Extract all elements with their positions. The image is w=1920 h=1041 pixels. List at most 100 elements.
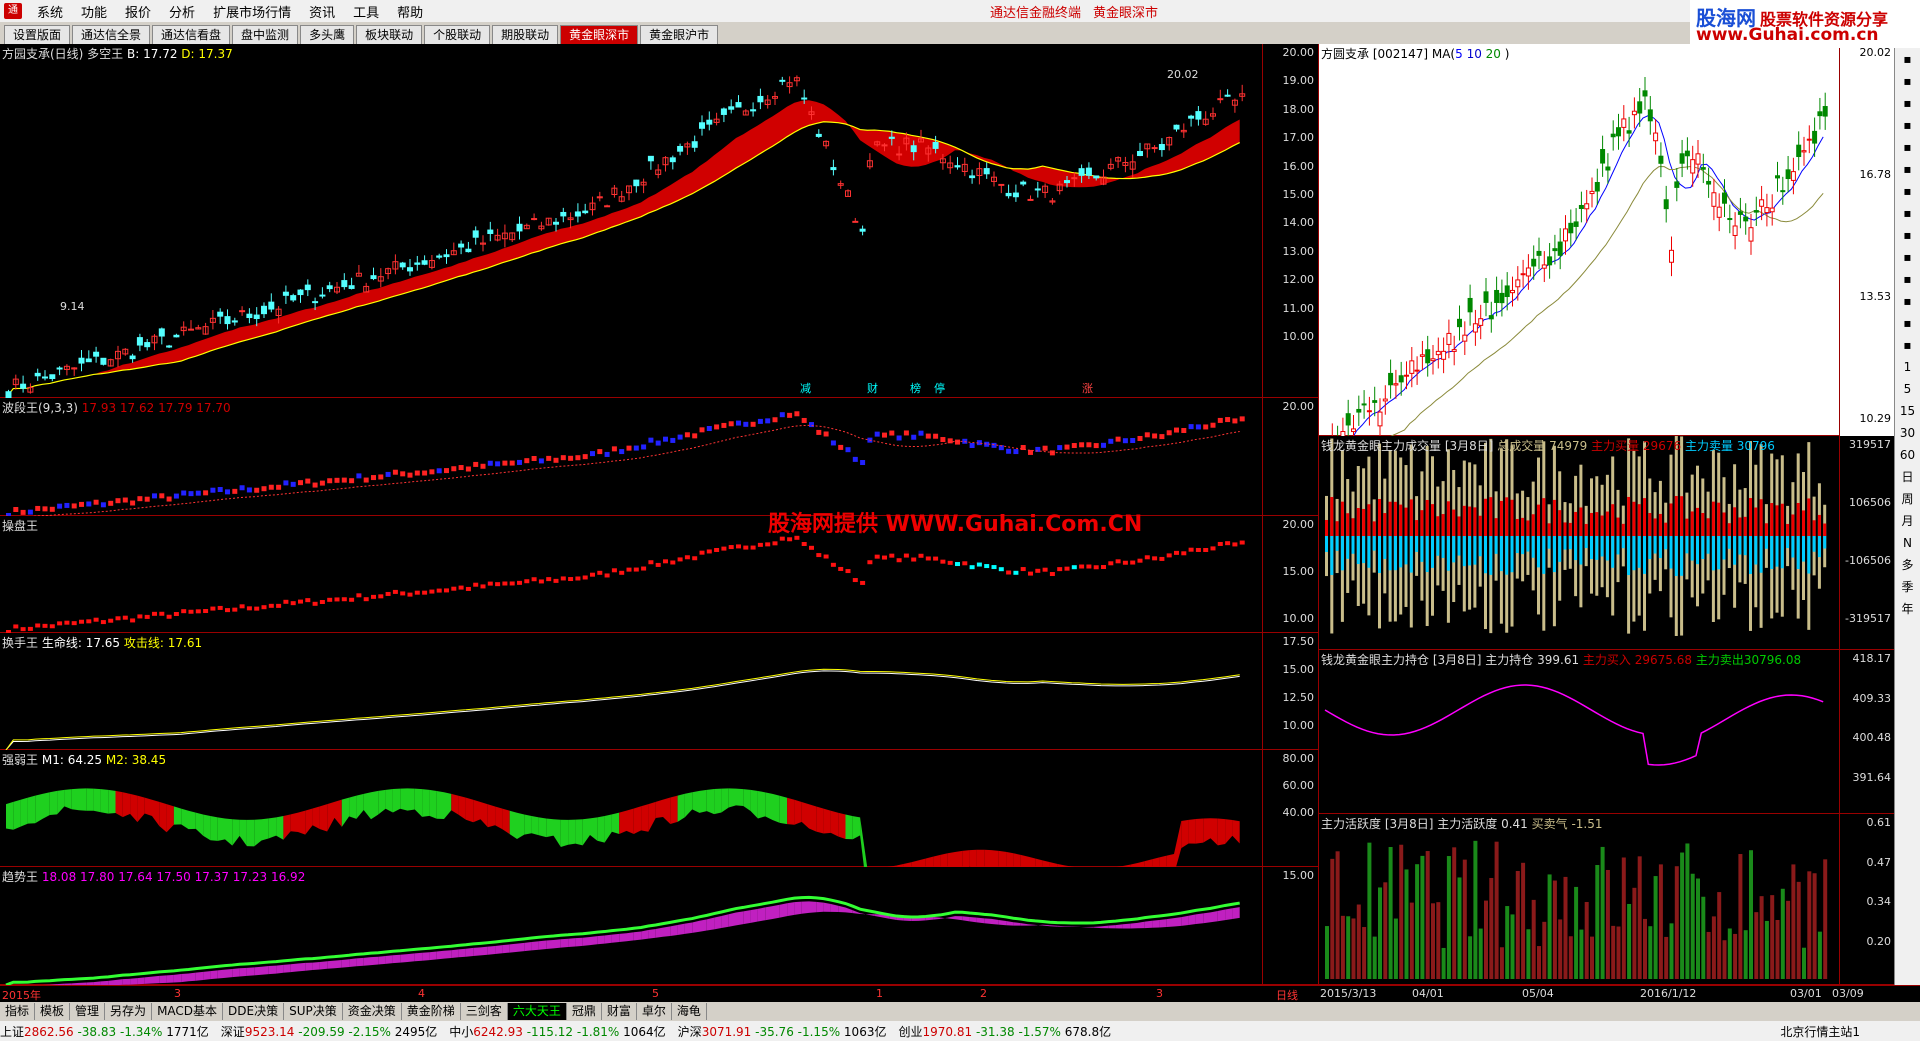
- main-position-panel[interactable]: 钱龙黄金眼主力持仓 [3月8日] 主力持仓 399.61 主力买入 29675.…: [1318, 650, 1894, 814]
- toolbar-icon[interactable]: ▪: [1895, 290, 1920, 312]
- indicator-bar: [991, 442, 997, 448]
- menu-ext-market[interactable]: 扩展市场行情: [204, 2, 300, 21]
- activity-bar: [1823, 859, 1828, 979]
- candle-body: [516, 223, 523, 232]
- toolbar-icon[interactable]: ▪: [1895, 224, 1920, 246]
- toolbar-icon[interactable]: ▪: [1895, 180, 1920, 202]
- period-8[interactable]: N: [1895, 532, 1920, 554]
- menu-function[interactable]: 功能: [72, 2, 116, 21]
- toolbar-icon[interactable]: ▪: [1895, 114, 1920, 136]
- period-0[interactable]: 1: [1895, 356, 1920, 378]
- trend-panel[interactable]: 趋势王 18.08 17.80 17.64 17.50 17.37 17.23 …: [0, 867, 1318, 985]
- tab-sector-link[interactable]: 板块联动: [356, 25, 423, 44]
- period-9[interactable]: 多: [1895, 554, 1920, 576]
- sell-volume-bar: [1770, 536, 1774, 569]
- operate-bar: [64, 620, 70, 625]
- menu-tools[interactable]: 工具: [344, 2, 388, 21]
- kline-panel[interactable]: 方园支承(日线) 多空王 B: 17.72 D: 17.37 20.02 9.14…: [0, 44, 1318, 398]
- menu-system[interactable]: 系统: [28, 2, 72, 21]
- period-4[interactable]: 60: [1895, 444, 1920, 466]
- tab-tdx-watch[interactable]: 通达信看盘: [152, 25, 231, 44]
- period-1[interactable]: 5: [1895, 378, 1920, 400]
- turnover-panel[interactable]: 换手王 生命线: 17.65 攻击线: 17.61 17.50 15.00 12.5…: [0, 633, 1318, 750]
- indicator-bar: [1115, 436, 1121, 442]
- tab-monitor[interactable]: 盘中监测: [232, 25, 299, 44]
- indicator-tab[interactable]: SUP决策: [284, 1003, 343, 1020]
- ma20-line: [1390, 165, 1824, 436]
- tab-stock-link[interactable]: 个股联动: [424, 25, 491, 44]
- indicator-tab[interactable]: 冠鼎: [567, 1003, 602, 1020]
- period-3[interactable]: 30: [1895, 422, 1920, 444]
- tab-settings[interactable]: 设置版面: [4, 25, 71, 44]
- indicator-tab[interactable]: 另存为: [105, 1003, 153, 1020]
- toolbar-icon[interactable]: ▪: [1895, 312, 1920, 334]
- toolbar-icon[interactable]: ▪: [1895, 246, 1920, 268]
- strength-fill: [794, 799, 802, 825]
- indicator-tab[interactable]: 六大天王: [507, 1003, 567, 1020]
- toolbar-icon[interactable]: ▪: [1895, 70, 1920, 92]
- trend-fill: [641, 930, 649, 940]
- tab-tdx-overview[interactable]: 通达信全景: [72, 25, 151, 44]
- strength-fill: [721, 788, 729, 813]
- tab-futures-link[interactable]: 期股联动: [492, 25, 559, 44]
- period-2[interactable]: 15: [1895, 400, 1920, 422]
- toolbar-icon[interactable]: ▪: [1895, 334, 1920, 356]
- indicator-tab[interactable]: 财富: [602, 1003, 637, 1020]
- activity-bar: [1743, 930, 1748, 979]
- toolbar-icon[interactable]: ▪: [1895, 92, 1920, 114]
- indicator-tab[interactable]: DDE决策: [223, 1003, 285, 1020]
- buy-volume-bar: [1325, 519, 1328, 536]
- indicator-bar: [677, 434, 683, 440]
- toolbar-icon[interactable]: ▪: [1895, 136, 1920, 158]
- activity-bar: [1521, 862, 1526, 979]
- menu-quote[interactable]: 报价: [116, 2, 160, 21]
- mini-kline-panel[interactable]: 方圆支承 [002147] MA(5 10 20 ) 20.02 16.78 13.…: [1318, 44, 1895, 436]
- operate-bar: [882, 555, 887, 560]
- candle-body: [173, 334, 180, 338]
- operate-bar: [597, 570, 603, 575]
- indicator-tab[interactable]: 资金决策: [343, 1003, 402, 1020]
- indicator-tab[interactable]: 三剑客: [461, 1003, 508, 1020]
- strength-fill: [582, 818, 590, 846]
- wave-panel[interactable]: 波段王(9,3,3) 17.93 17.62 17.79 17.70 20.00: [0, 398, 1318, 516]
- activity-panel[interactable]: 主力活跃度 [3月8日] 主力活跃度 0.41 买卖气 -1.51 0.61 0.…: [1318, 814, 1894, 985]
- period-11[interactable]: 年: [1895, 598, 1920, 620]
- period-5[interactable]: 日: [1895, 466, 1920, 488]
- indicator-tab[interactable]: 指标: [0, 1003, 36, 1020]
- period-7[interactable]: 月: [1895, 510, 1920, 532]
- candle-body: [341, 280, 348, 288]
- menu-analysis[interactable]: 分析: [160, 2, 204, 21]
- sell-volume-bar: [1653, 536, 1657, 554]
- indicator-tab[interactable]: 海龟: [672, 1003, 707, 1020]
- operate-bar: [283, 599, 289, 604]
- indicator-tab[interactable]: 卓尔: [637, 1003, 672, 1020]
- mini-candle: [1616, 127, 1621, 137]
- indicator-bar: [239, 485, 245, 491]
- tab-golden-eye-sh[interactable]: 黄金眼沪市: [640, 25, 719, 44]
- operate-panel[interactable]: 操盘王 股海网提供 WWW.Guhai.Com.CN 20.00 15.00 10.…: [0, 512, 1318, 633]
- period-6[interactable]: 周: [1895, 488, 1920, 510]
- toolbar-icon[interactable]: ▪: [1895, 158, 1920, 180]
- toolbar-icon[interactable]: ▪: [1895, 202, 1920, 224]
- menu-news[interactable]: 资讯: [300, 2, 344, 21]
- trend-fill: [538, 940, 547, 950]
- mini-candle: [1393, 383, 1399, 386]
- tab-golden-eye-sz[interactable]: 黄金眼深市: [560, 25, 639, 44]
- indicator-tab[interactable]: 管理: [70, 1003, 106, 1020]
- indicator-bar: [64, 502, 70, 508]
- menu-help[interactable]: 帮助: [388, 2, 432, 21]
- buy-volume-bar: [1796, 502, 1800, 536]
- main-volume-panel[interactable]: 钱龙黄金眼主力成交量 [3月8日] 总成交量 74979 主力买量 29676 …: [1318, 436, 1894, 650]
- toolbar-icon[interactable]: ▪: [1895, 48, 1920, 70]
- operate-bar: [838, 566, 844, 571]
- indicator-tab[interactable]: 黄金阶梯: [402, 1003, 461, 1020]
- strength-panel[interactable]: 强弱王 M1: 64.25 M2: 38.45 80.00 60.00 40.00: [0, 750, 1318, 867]
- mini-candle: [1557, 241, 1563, 256]
- indicator-tab[interactable]: 模板: [35, 1003, 71, 1020]
- strength-fill: [670, 795, 678, 825]
- period-10[interactable]: 季: [1895, 576, 1920, 598]
- activity-bar: [1335, 851, 1340, 979]
- toolbar-icon[interactable]: ▪: [1895, 268, 1920, 290]
- indicator-tab[interactable]: MACD基本: [152, 1003, 224, 1020]
- tab-bull-eagle[interactable]: 多头鹰: [300, 25, 355, 44]
